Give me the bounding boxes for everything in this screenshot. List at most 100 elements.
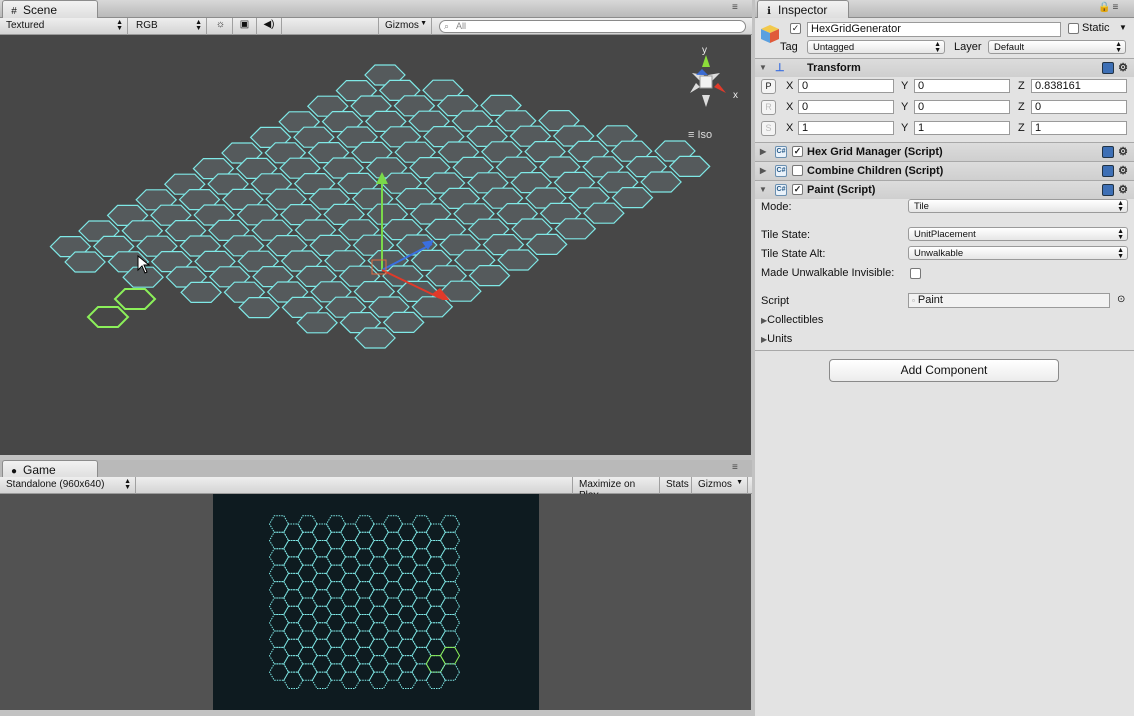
axis-y-label: y [702,45,707,56]
fold-closed-icon[interactable]: ▶ [760,166,766,175]
rotation-z-field[interactable]: 0 [1031,100,1127,114]
panel-menu-icon[interactable]: ≡ [732,462,740,473]
hex-tile-selected[interactable] [113,288,157,310]
rotation-y-field[interactable]: 0 [914,100,1010,114]
dropdown-arrows-icon: ▲ ▼ [1117,247,1124,260]
sun-icon: ☼ [215,19,226,30]
paint-header[interactable]: ▼ C# ✓ Paint (Script) ⚙ [755,180,1134,199]
color-mode-dropdown[interactable]: RGB ▲ ▼ [130,18,207,35]
image-effects-toggle[interactable]: ▣ [233,18,257,35]
tile-state-dropdown[interactable]: UnitPlacement ▲ ▼ [908,227,1128,241]
component-menu[interactable]: ⚙ [1102,164,1128,178]
hex-tile-selected[interactable] [86,306,130,328]
scene-search-input[interactable]: ⌕ All [439,20,746,33]
static-checkbox[interactable] [1068,23,1079,34]
combine-children-enabled-checkbox[interactable] [792,165,803,176]
gear-icon[interactable]: ⚙ [1118,165,1128,177]
scene-view[interactable]: y x ≡ Iso [0,35,751,455]
component-menu[interactable]: ⚙ [1102,61,1128,75]
dropdown-arrows-icon: ▲ ▼ [934,41,941,54]
gear-icon[interactable]: ⚙ [1118,62,1128,74]
maximize-on-play-toggle[interactable]: Maximize on Play [572,477,660,501]
orientation-gizmo[interactable] [672,45,742,115]
position-z-field[interactable]: 0.838161 [1031,79,1127,93]
tile-state-alt-dropdown[interactable]: Unwalkable ▲ ▼ [908,246,1128,260]
chevron-down-icon[interactable]: ▼ [1119,23,1127,32]
game-hex-grid [268,515,461,689]
tab-game[interactable]: ● Game [2,460,98,478]
chevron-down-icon: ▼ [420,20,427,27]
gear-icon[interactable]: ⚙ [1118,146,1128,158]
help-book-icon[interactable] [1102,184,1115,197]
help-book-icon[interactable] [1102,62,1115,75]
game-controller-icon: ● [10,466,18,477]
component-menu[interactable]: ⚙ [1102,183,1128,197]
gizmos-dropdown[interactable]: Gizmos ▼ [378,18,432,35]
hex-grid-manager-header[interactable]: ▶ C# ✓ Hex Grid Manager (Script) ⚙ [755,142,1134,161]
scale-z-field[interactable]: 1 [1031,121,1127,135]
axis-z-label: Z [1018,101,1025,113]
layer-dropdown[interactable]: Default ▲ ▼ [988,40,1126,54]
position-y-field[interactable]: 0 [914,79,1010,93]
add-component-button[interactable]: Add Component [829,359,1059,382]
game-viewport[interactable] [213,494,539,710]
paint-enabled-checkbox[interactable]: ✓ [792,184,803,195]
hex-grid-manager-enabled-checkbox[interactable]: ✓ [792,146,803,157]
rotation-reset-button[interactable]: R [761,100,776,115]
projection-label[interactable]: ≡ Iso [688,129,712,141]
transform-axes-icon: ⊥ [775,62,785,74]
tag-dropdown[interactable]: Untagged ▲ ▼ [807,40,945,54]
stats-toggle[interactable]: Stats [660,477,692,494]
transform-header[interactable]: ▼ ⊥ Transform ⚙ [755,58,1134,77]
render-mode-dropdown[interactable]: Textured ▲ ▼ [0,18,128,35]
help-book-icon[interactable] [1102,165,1115,178]
component-menu[interactable]: ⚙ [1102,145,1128,159]
audio-toggle[interactable]: ◀) [257,18,282,35]
position-x-field[interactable]: 0 [798,79,894,93]
made-unwalkable-invisible-label: Made Unwalkable Invisible: [761,267,895,279]
game-gizmos-dropdown[interactable]: Gizmos ▼ [692,477,748,494]
fold-open-icon[interactable]: ▼ [759,185,767,194]
color-mode-value: RGB [136,20,158,31]
combine-children-header[interactable]: ▶ C# Combine Children (Script) ⚙ [755,161,1134,180]
game-view[interactable] [0,494,751,710]
speaker-icon: ◀) [263,19,275,30]
lock-icon[interactable]: 🔒≡ [1098,2,1120,13]
resolution-dropdown[interactable]: Standalone (960x640) ▲ ▼ [0,477,136,494]
help-book-icon[interactable] [1102,146,1115,159]
info-icon: ℹ [767,6,771,17]
image-icon: ▣ [239,19,250,30]
inspector-tabbar: ℹ Inspector 🔒≡ [755,0,1134,18]
script-value: Paint [917,294,943,306]
tab-scene[interactable]: # Scene [2,0,98,18]
collectibles-foldout[interactable]: ▶Collectibles [761,314,823,326]
active-checkbox[interactable]: ✓ [790,23,801,34]
gizmos-label: Gizmos [385,20,419,31]
units-foldout[interactable]: ▶Units [761,333,792,345]
gear-icon[interactable]: ⚙ [1118,184,1128,196]
script-field[interactable]: ▫ Paint [908,293,1110,308]
rotation-x-field[interactable]: 0 [798,100,894,114]
menu-lines-icon: ≡ [688,129,695,141]
object-picker-icon[interactable]: ⊙ [1117,294,1125,305]
transform-title: Transform [807,62,861,74]
fold-closed-icon[interactable]: ▶ [760,147,766,156]
static-label: Static [1082,22,1110,34]
mode-dropdown[interactable]: Tile ▲ ▼ [908,199,1128,213]
tab-inspector[interactable]: ℹ Inspector [757,0,849,18]
game-gizmos-label: Gizmos [698,479,732,490]
object-name-field[interactable]: HexGridGenerator [807,22,1061,37]
game-hex-tile-selected [439,646,461,665]
lighting-toggle[interactable]: ☼ [209,18,233,35]
move-tool-gizmo[interactable] [360,170,460,300]
projection-text: Iso [697,129,713,141]
fold-open-icon[interactable]: ▼ [759,63,767,72]
made-unwalkable-invisible-checkbox[interactable] [910,268,921,279]
search-placeholder-text: All [456,21,467,31]
scale-y-field[interactable]: 1 [914,121,1010,135]
scale-x-field[interactable]: 1 [798,121,894,135]
position-reset-button[interactable]: P [761,79,776,94]
game-tab-label: Game [23,463,56,477]
panel-menu-icon[interactable]: ≡ [732,2,740,13]
scale-reset-button[interactable]: S [761,121,776,136]
